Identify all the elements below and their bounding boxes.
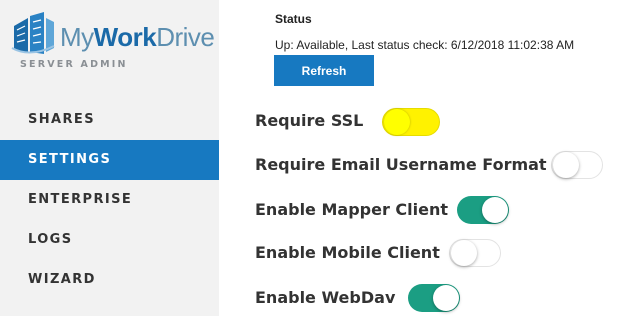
require-ssl-label: Require SSL xyxy=(255,111,364,130)
server-admin-subtitle: SERVER ADMIN xyxy=(20,59,128,70)
sidebar: MyWorkDrive SERVER ADMIN SHARES SETTINGS… xyxy=(0,0,219,316)
toggle-knob xyxy=(553,152,579,178)
logo-drive: Drive xyxy=(156,22,215,52)
sidebar-item-logs[interactable]: LOGS xyxy=(0,220,219,260)
require-ssl-toggle[interactable] xyxy=(382,108,440,136)
refresh-button[interactable]: Refresh xyxy=(274,55,374,86)
toggle-knob xyxy=(384,109,410,135)
require-email-username-format-toggle[interactable] xyxy=(551,151,603,179)
enable-mobile-client-label: Enable Mobile Client xyxy=(255,243,440,262)
enable-mapper-client-label: Enable Mapper Client xyxy=(255,200,449,219)
enable-mapper-client-toggle[interactable] xyxy=(457,196,509,224)
enable-webdav-toggle[interactable] xyxy=(408,284,460,312)
enable-mobile-client-toggle[interactable] xyxy=(449,239,501,267)
toggle-knob xyxy=(433,285,459,311)
logo-wordmark: MyWorkDrive xyxy=(60,22,215,53)
sidebar-item-shares[interactable]: SHARES xyxy=(0,100,219,140)
logo-work: Work xyxy=(93,22,157,52)
require-email-username-format-label: Require Email Username Format xyxy=(255,155,547,174)
status-title: Status xyxy=(275,12,312,26)
sidebar-nav: SHARES SETTINGS ENTERPRISE LOGS WIZARD xyxy=(0,100,219,300)
sidebar-item-wizard[interactable]: WIZARD xyxy=(0,260,219,300)
logo-my: My xyxy=(60,22,94,52)
sidebar-item-settings[interactable]: SETTINGS xyxy=(0,140,219,180)
toggle-knob xyxy=(482,197,508,223)
toggle-knob xyxy=(451,240,477,266)
mywkdrive-logo[interactable]: MyWorkDrive SERVER ADMIN xyxy=(8,12,215,72)
building-logo-icon xyxy=(11,12,55,54)
status-text: Up: Available, Last status check: 6/12/2… xyxy=(275,38,575,52)
sidebar-item-enterprise[interactable]: ENTERPRISE xyxy=(0,180,219,220)
enable-webdav-label: Enable WebDav xyxy=(255,288,396,307)
